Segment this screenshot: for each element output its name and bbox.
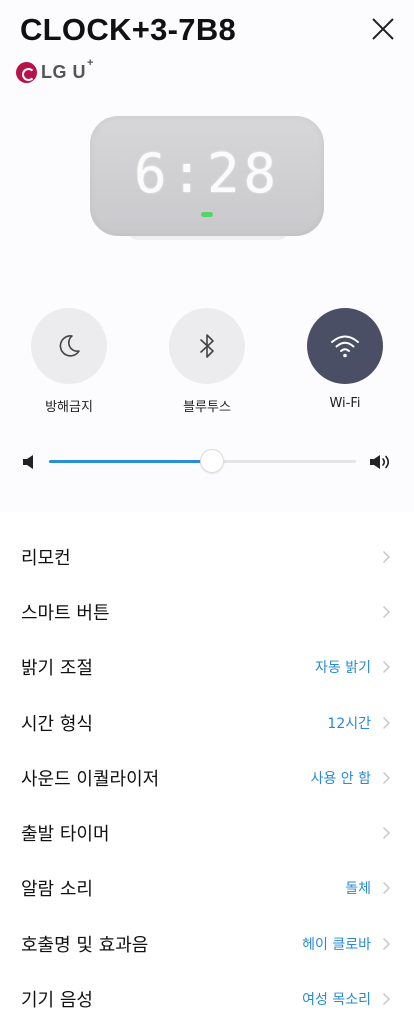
page-title: CLOCK+3-7B8 xyxy=(20,12,237,47)
menu-item-label: 시간 형식 xyxy=(21,713,93,735)
chevron-right-icon xyxy=(382,827,391,840)
bluetooth-label: 블루투스 xyxy=(183,400,231,415)
menu-item-brightness[interactable]: 밝기 조절 자동 밝기 xyxy=(0,640,414,695)
chevron-right-icon xyxy=(382,882,391,895)
menu-item-label: 리모컨 xyxy=(21,547,71,569)
volume-high-icon xyxy=(370,455,390,469)
dnd-label: 방해금지 xyxy=(45,400,93,415)
menu-item-remote[interactable]: 리모컨 xyxy=(0,529,414,584)
moon-icon xyxy=(59,335,80,357)
menu-item-smart-button[interactable]: 스마트 버튼 xyxy=(0,584,414,639)
wifi-icon xyxy=(331,335,359,358)
menu-item-value: 자동 밝기 xyxy=(315,660,371,677)
menu-item-label: 밝기 조절 xyxy=(21,658,93,680)
chevron-right-icon xyxy=(382,992,391,1006)
device-status-led xyxy=(201,212,213,217)
volume-low-icon xyxy=(23,455,33,469)
lg-logo-icon xyxy=(16,61,37,83)
chevron-right-icon xyxy=(382,771,391,784)
bluetooth-icon xyxy=(200,334,214,358)
menu-item-label: 스마트 버튼 xyxy=(21,602,110,624)
menu-item-wake-word[interactable]: 호출명 및 효과음 헤이 클로바 xyxy=(0,916,414,971)
menu-item-device-voice[interactable]: 기기 음성 여성 목소리 xyxy=(0,971,414,1024)
menu-item-equalizer[interactable]: 사운드 이퀄라이저 사용 안 함 xyxy=(0,750,414,805)
menu-item-time-format[interactable]: 시간 형식 12시간 xyxy=(0,695,414,750)
chevron-right-icon xyxy=(382,550,391,563)
menu-item-value: 헤이 클로바 xyxy=(302,936,371,953)
menu-item-departure-timer[interactable]: 출발 타이머 xyxy=(0,805,414,860)
wifi-label: Wi-Fi xyxy=(329,396,361,411)
brand-sup: + xyxy=(87,56,94,69)
settings-menu: 리모컨 스마트 버튼 밝기 조절 자동 밝기 시간 형식 12시간 사운드 이퀄… xyxy=(0,529,414,1024)
menu-item-value: 돌체 xyxy=(345,881,371,898)
menu-item-alarm-sound[interactable]: 알람 소리 돌체 xyxy=(0,861,414,916)
brand-name-text: LG U xyxy=(41,61,86,82)
device-image: 6:28 xyxy=(88,114,326,242)
brand-name: LG U+ xyxy=(41,57,94,83)
menu-item-label: 기기 음성 xyxy=(21,990,93,1012)
menu-item-label: 출발 타이머 xyxy=(21,824,110,846)
menu-item-value: 12시간 xyxy=(327,715,371,732)
bluetooth-toggle-button[interactable] xyxy=(169,308,245,384)
chevron-right-icon xyxy=(382,661,391,674)
menu-item-value: 사용 안 함 xyxy=(310,770,371,787)
dnd-toggle-button[interactable] xyxy=(31,308,107,384)
volume-slider-thumb[interactable] xyxy=(200,450,223,472)
chevron-right-icon xyxy=(382,605,391,618)
menu-item-value: 여성 목소리 xyxy=(302,992,371,1009)
brand-logo: LG U+ xyxy=(16,57,94,84)
menu-item-label: 사운드 이퀄라이저 xyxy=(21,768,160,790)
volume-slider-fill xyxy=(49,460,212,463)
menu-item-label: 알람 소리 xyxy=(21,879,93,901)
device-time-display: 6:28 xyxy=(133,142,281,205)
wifi-toggle-button[interactable] xyxy=(307,308,383,384)
chevron-right-icon xyxy=(382,716,391,729)
close-icon[interactable] xyxy=(368,14,398,44)
chevron-right-icon xyxy=(382,937,391,950)
menu-item-label: 호출명 및 효과음 xyxy=(21,934,149,956)
